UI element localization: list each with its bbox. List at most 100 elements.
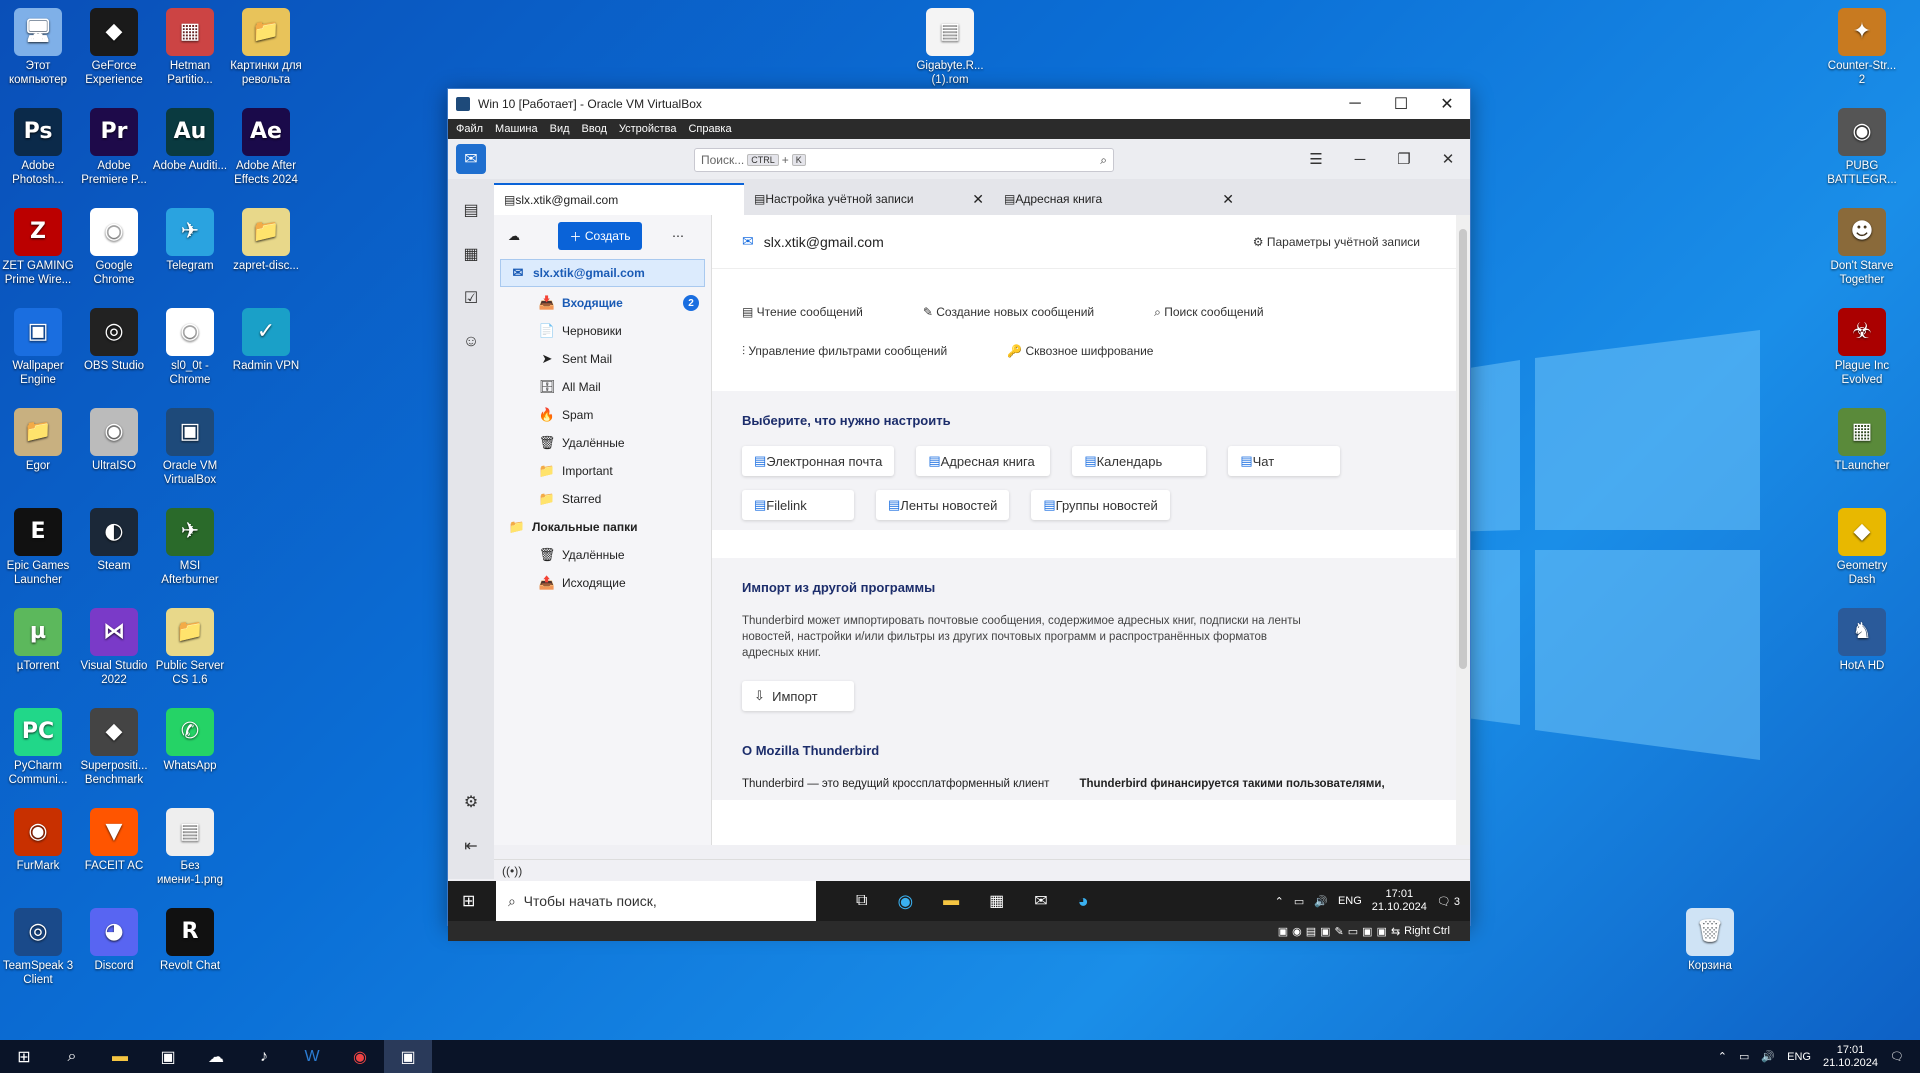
word-icon[interactable]: W xyxy=(288,1040,336,1073)
folder-item[interactable]: 🔥 Spam xyxy=(494,401,711,429)
account-settings-link[interactable]: ⚙ Параметры учётной записи xyxy=(1253,235,1420,249)
host-notification-icon[interactable]: 🗨 xyxy=(1890,1050,1904,1063)
get-messages-icon[interactable]: ☁ xyxy=(508,229,520,243)
desktop-icon[interactable]: ✈ MSI Afterburner xyxy=(152,508,228,587)
edge-icon[interactable]: ◉ xyxy=(897,891,913,912)
tab-0[interactable]: ▤ slx.xtik@gmail.com xyxy=(494,183,744,215)
address-book-icon[interactable]: ▤ xyxy=(458,197,484,223)
setup-card[interactable]: ▤ Filelink xyxy=(742,490,854,520)
desktop-icon[interactable]: ☻ Don't Starve Together xyxy=(1824,208,1900,287)
tb-close-icon[interactable]: ✕ xyxy=(1426,139,1470,179)
folder-item[interactable]: 📁 Starred xyxy=(494,485,711,513)
desktop-icon[interactable]: ♞ HotA HD xyxy=(1824,608,1900,673)
task-view-icon[interactable]: ⧉ xyxy=(856,892,867,910)
desktop-icon[interactable]: ⋈ Visual Studio 2022 xyxy=(76,608,152,687)
desktop-icon[interactable]: Z ZET GAMING Prime Wire... xyxy=(0,208,76,287)
tab-close-icon[interactable]: ✕ xyxy=(1222,191,1234,208)
desktop-icon[interactable]: 📁 Картинки для револьта xyxy=(228,8,304,87)
explorer-icon[interactable]: ▬ xyxy=(943,892,959,910)
desktop-icon[interactable]: 📁 zapret-disc... xyxy=(228,208,304,273)
mail-app-icon[interactable]: ✉ xyxy=(1034,891,1047,911)
desktop-icon[interactable]: ✦ Counter-Str... 2 xyxy=(1824,8,1900,87)
desktop-icon[interactable]: ▤ Без имени-1.png xyxy=(152,808,228,887)
more-options-icon[interactable]: ⋯ xyxy=(672,229,684,243)
desktop-icon[interactable]: ✓ Radmin VPN xyxy=(228,308,304,373)
tab-close-icon[interactable]: ✕ xyxy=(972,191,984,208)
folder-item[interactable]: 📤 Исходящие xyxy=(494,569,711,597)
desktop-icon[interactable]: ▣ Wallpaper Engine xyxy=(0,308,76,387)
tb-minimize-icon[interactable]: ─ xyxy=(1338,139,1382,179)
menu-machine[interactable]: Машина xyxy=(495,123,538,135)
file-explorer-icon[interactable]: ▬ xyxy=(96,1040,144,1073)
host-tray-chevron-icon[interactable]: ⌃ xyxy=(1718,1050,1727,1063)
tab-2[interactable]: ▤ Адресная книга ✕ xyxy=(994,183,1244,215)
virtualbox-window[interactable]: Win 10 [Работает] - Oracle VM VirtualBox… xyxy=(447,88,1471,941)
desktop-icon[interactable]: 📁 Public Server CS 1.6 xyxy=(152,608,228,687)
host-lang[interactable]: ENG xyxy=(1787,1051,1811,1063)
desktop-icon[interactable]: ◐ Steam xyxy=(76,508,152,573)
setup-card[interactable]: ▤ Электронная почта xyxy=(742,446,895,476)
desktop-icon[interactable]: E Epic Games Launcher xyxy=(0,508,76,587)
notification-icon[interactable]: 🗨 3 xyxy=(1437,895,1460,908)
folder-item[interactable]: 📄 Черновики xyxy=(494,317,711,345)
host-network-icon[interactable]: ▭ xyxy=(1739,1050,1749,1063)
search-icon[interactable]: ⌕ xyxy=(48,1040,96,1073)
music-icon[interactable]: ♪ xyxy=(240,1040,288,1073)
desktop-icon[interactable]: ◕ Discord xyxy=(76,908,152,973)
desktop-icon[interactable]: Ps Adobe Photosh... xyxy=(0,108,76,187)
folder-item[interactable]: 📁 Important xyxy=(494,457,711,485)
filters-link[interactable]: ⫶ Управление фильтрами сообщений xyxy=(742,344,977,359)
desktop-icon[interactable]: ◉ Google Chrome xyxy=(76,208,152,287)
desktop-icon[interactable]: Pr Adobe Premiere P... xyxy=(76,108,152,187)
desktop-icon[interactable]: ▼ FACEIT AC xyxy=(76,808,152,873)
calendar-icon[interactable]: ▦ xyxy=(458,241,484,267)
online-icon[interactable]: ((•)) xyxy=(502,864,522,878)
host-clock[interactable]: 17:01 21.10.2024 xyxy=(1823,1044,1878,1070)
app-icon-1[interactable]: ▣ xyxy=(144,1040,192,1073)
folder-item[interactable]: 🗑 Удалённые xyxy=(494,541,711,569)
minimize-icon[interactable]: ─ xyxy=(1332,89,1378,119)
guest-search-box[interactable]: ⌕ Чтобы начать поиск, xyxy=(496,881,816,921)
app-icon-2[interactable]: ☁ xyxy=(192,1040,240,1073)
virtualbox-taskbar-icon[interactable]: ▣ xyxy=(384,1040,432,1073)
desktop-icon[interactable]: ▦ Hetman Partitio... xyxy=(152,8,228,87)
menu-devices[interactable]: Устройства xyxy=(619,123,677,135)
setup-card[interactable]: ▤ Ленты новостей xyxy=(876,490,1010,520)
settings-icon[interactable]: ⚙ xyxy=(458,789,484,815)
tray-chevron-icon[interactable]: ⌃ xyxy=(1275,895,1284,908)
desktop-icon[interactable]: 🖥 Этот компьютер xyxy=(0,8,76,87)
desktop-icon[interactable]: Ae Adobe After Effects 2024 xyxy=(228,108,304,187)
tab-1[interactable]: ▤ Настройка учётной записи ✕ xyxy=(744,183,994,215)
setup-card[interactable]: ▤ Адресная книга xyxy=(916,446,1051,476)
folder-item[interactable]: 🗑 Удалённые xyxy=(494,429,711,457)
desktop-icon[interactable]: ◆ Geometry Dash xyxy=(1824,508,1900,587)
menu-help[interactable]: Справка xyxy=(688,123,731,135)
search-icon[interactable]: ⌕ xyxy=(1100,153,1107,168)
mail-space-icon[interactable]: ✉ xyxy=(456,144,486,174)
start-icon[interactable]: ⊞ xyxy=(0,1040,48,1073)
desktop-icon[interactable]: ▤ Gigabyte.R... (1).rom xyxy=(912,8,988,87)
setup-card[interactable]: ▤ Календарь xyxy=(1072,446,1207,476)
desktop-icon[interactable]: ◎ TeamSpeak 3 Client xyxy=(0,908,76,987)
folder-item[interactable]: 📁 Локальные папки xyxy=(494,513,711,541)
setup-card[interactable]: ▤ Чат xyxy=(1228,446,1341,476)
menu-input[interactable]: Ввод xyxy=(582,123,607,135)
collapse-icon[interactable]: ⇤ xyxy=(458,833,484,859)
main-scrollbar[interactable] xyxy=(1456,215,1470,845)
chat-icon[interactable]: ☺ xyxy=(458,329,484,355)
search-messages-link[interactable]: ⌕ Поиск сообщений xyxy=(1154,305,1293,320)
scroll-thumb[interactable] xyxy=(1459,229,1467,669)
guest-lang[interactable]: ENG xyxy=(1338,895,1362,907)
maximize-icon[interactable]: ☐ xyxy=(1378,89,1424,119)
desktop-icon[interactable]: ◉ FurMark xyxy=(0,808,76,873)
app-menu-icon[interactable]: ☰ xyxy=(1294,139,1338,179)
desktop-icon[interactable]: ▦ TLauncher xyxy=(1824,408,1900,473)
desktop-icon[interactable]: ◉ PUBG BATTLEGR... xyxy=(1824,108,1900,187)
network-icon[interactable]: ▭ xyxy=(1294,895,1304,908)
compose-link[interactable]: ✎ Создание новых сообщений xyxy=(923,305,1124,320)
vbox-title-bar[interactable]: Win 10 [Работает] - Oracle VM VirtualBox… xyxy=(448,89,1470,119)
desktop-icon[interactable]: ☣ Plague Inc Evolved xyxy=(1824,308,1900,387)
menu-file[interactable]: Файл xyxy=(456,123,483,135)
desktop-icon[interactable]: ◆ Superpositi... Benchmark xyxy=(76,708,152,787)
desktop-icon[interactable]: R Revolt Chat xyxy=(152,908,228,973)
